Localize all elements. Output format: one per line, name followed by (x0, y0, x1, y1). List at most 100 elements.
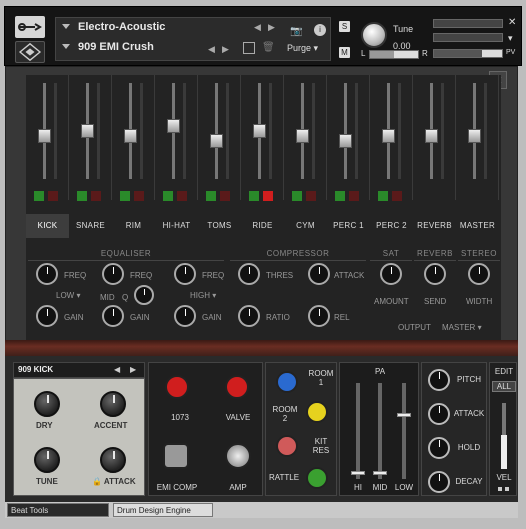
mute-led[interactable] (306, 191, 316, 201)
pitch-knob[interactable] (428, 369, 450, 391)
solo-led[interactable] (77, 191, 87, 201)
decay-knob[interactable] (428, 471, 450, 493)
mute-led[interactable] (263, 191, 273, 201)
eq-mid-q-knob[interactable] (134, 285, 154, 305)
channel-label-reverb[interactable]: REVERB (413, 214, 456, 238)
channel-fader[interactable] (296, 128, 309, 143)
valve-knob[interactable] (225, 375, 249, 399)
channel-fader[interactable] (124, 128, 137, 143)
channel-label-hi-hat[interactable]: HI-HAT (155, 214, 198, 238)
view-toggle-a-icon[interactable] (498, 487, 502, 491)
mute-button[interactable]: M (339, 47, 350, 58)
room2-knob[interactable] (306, 401, 328, 423)
mute-led[interactable] (392, 191, 402, 201)
preamp-knob[interactable] (165, 375, 189, 399)
solo-led[interactable] (292, 191, 302, 201)
channel-fader[interactable] (253, 124, 266, 138)
comp-ratio-knob[interactable] (238, 305, 260, 327)
purge-menu[interactable]: Purge ▾ (287, 43, 318, 54)
channel-label-rim[interactable]: RIM (112, 214, 155, 238)
next-instrument-icon[interactable]: ▶ (268, 22, 275, 33)
mute-led[interactable] (48, 191, 58, 201)
save-icon[interactable] (243, 42, 255, 54)
channel-fader[interactable] (382, 128, 395, 143)
mute-led[interactable] (177, 191, 187, 201)
channel-fader[interactable] (167, 119, 180, 134)
comp-thres-knob[interactable] (238, 263, 260, 285)
eq-low-freq-knob[interactable] (36, 263, 58, 285)
solo-led[interactable] (163, 191, 173, 201)
channel-fader[interactable] (81, 124, 94, 138)
all-button[interactable]: ALL (492, 381, 516, 392)
camera-icon[interactable]: 📷 (290, 26, 302, 37)
channel-label-cym[interactable]: CYM (284, 214, 327, 238)
volume-slider[interactable] (433, 49, 503, 58)
dry-knob[interactable] (34, 391, 60, 417)
output-dropdown[interactable]: MASTER (442, 323, 482, 332)
mute-led[interactable] (134, 191, 144, 201)
channel-label-master[interactable]: MASTER (456, 214, 499, 238)
solo-led[interactable] (206, 191, 216, 201)
pa-hi-fader[interactable] (351, 471, 365, 475)
solo-led[interactable] (249, 191, 259, 201)
rattle-knob[interactable] (306, 467, 328, 489)
comp-rel-knob[interactable] (308, 305, 330, 327)
sat-amount-knob[interactable] (380, 263, 402, 285)
stereo-width-knob[interactable] (468, 263, 490, 285)
channel-fader[interactable] (468, 128, 481, 143)
room1-knob[interactable] (276, 371, 298, 393)
solo-button[interactable]: S (339, 21, 350, 32)
channel-fader[interactable] (38, 128, 51, 143)
wrench-icon[interactable] (15, 16, 45, 38)
prev-preset-icon[interactable]: ◀ (208, 44, 215, 55)
eq-high-gain-knob[interactable] (174, 305, 196, 327)
emi-comp-switch[interactable] (163, 443, 189, 469)
eq-low-gain-knob[interactable] (36, 305, 58, 327)
tune-knob[interactable] (361, 22, 387, 48)
mute-led[interactable] (220, 191, 230, 201)
channel-fader[interactable] (210, 133, 223, 148)
info-icon[interactable]: i (314, 24, 326, 36)
vel-slider-fill[interactable] (501, 435, 507, 469)
channel-label-kick[interactable]: KICK (26, 214, 69, 238)
instrument-name-row[interactable]: Electro-Acoustic (60, 21, 165, 39)
channel-fader[interactable] (425, 128, 438, 143)
eq-mid-freq-knob[interactable] (102, 263, 124, 285)
next-sound-icon[interactable]: ▶ (130, 365, 136, 374)
channel-label-toms[interactable]: TOMS (198, 214, 241, 238)
mute-led[interactable] (349, 191, 359, 201)
channel-label-perc-2[interactable]: PERC 2 (370, 214, 413, 238)
preset-name-row[interactable]: 909 EMI Crush (60, 41, 154, 59)
kit-res-knob[interactable] (276, 435, 298, 457)
solo-led[interactable] (335, 191, 345, 201)
delete-icon[interactable]: 🗑 (262, 42, 275, 53)
eq-mid-gain-knob[interactable] (102, 305, 124, 327)
accent-knob[interactable] (100, 391, 126, 417)
channel-label-ride[interactable]: RIDE (241, 214, 284, 238)
env-attack-knob[interactable] (428, 403, 450, 425)
comp-attack-knob[interactable] (308, 263, 330, 285)
solo-led[interactable] (34, 191, 44, 201)
solo-led[interactable] (378, 191, 388, 201)
pan-slider[interactable] (369, 50, 419, 59)
view-toggle-b-icon[interactable] (505, 487, 509, 491)
solo-led[interactable] (120, 191, 130, 201)
mute-led[interactable] (91, 191, 101, 201)
hold-knob[interactable] (428, 437, 450, 459)
prev-instrument-icon[interactable]: ◀ (254, 22, 261, 33)
tune-knob-kick[interactable] (34, 447, 60, 473)
amp-knob[interactable] (225, 443, 251, 469)
channel-label-perc-1[interactable]: PERC 1 (327, 214, 370, 238)
collapse-icon[interactable]: ▾ (508, 33, 513, 44)
pa-low-fader[interactable] (397, 413, 411, 417)
eq-low-type-dropdown[interactable]: LOW (56, 291, 80, 300)
next-preset-icon[interactable]: ▶ (222, 44, 229, 55)
eq-high-freq-knob[interactable] (174, 263, 196, 285)
eq-high-type-dropdown[interactable]: HIGH (190, 291, 216, 300)
pa-mid-fader[interactable] (373, 471, 387, 475)
reverb-send-knob[interactable] (424, 263, 446, 285)
prev-sound-icon[interactable]: ◀ (114, 365, 120, 374)
channel-fader[interactable] (339, 133, 352, 148)
close-instrument-icon[interactable]: ✕ (508, 17, 516, 28)
channel-label-snare[interactable]: SNARE (69, 214, 112, 238)
